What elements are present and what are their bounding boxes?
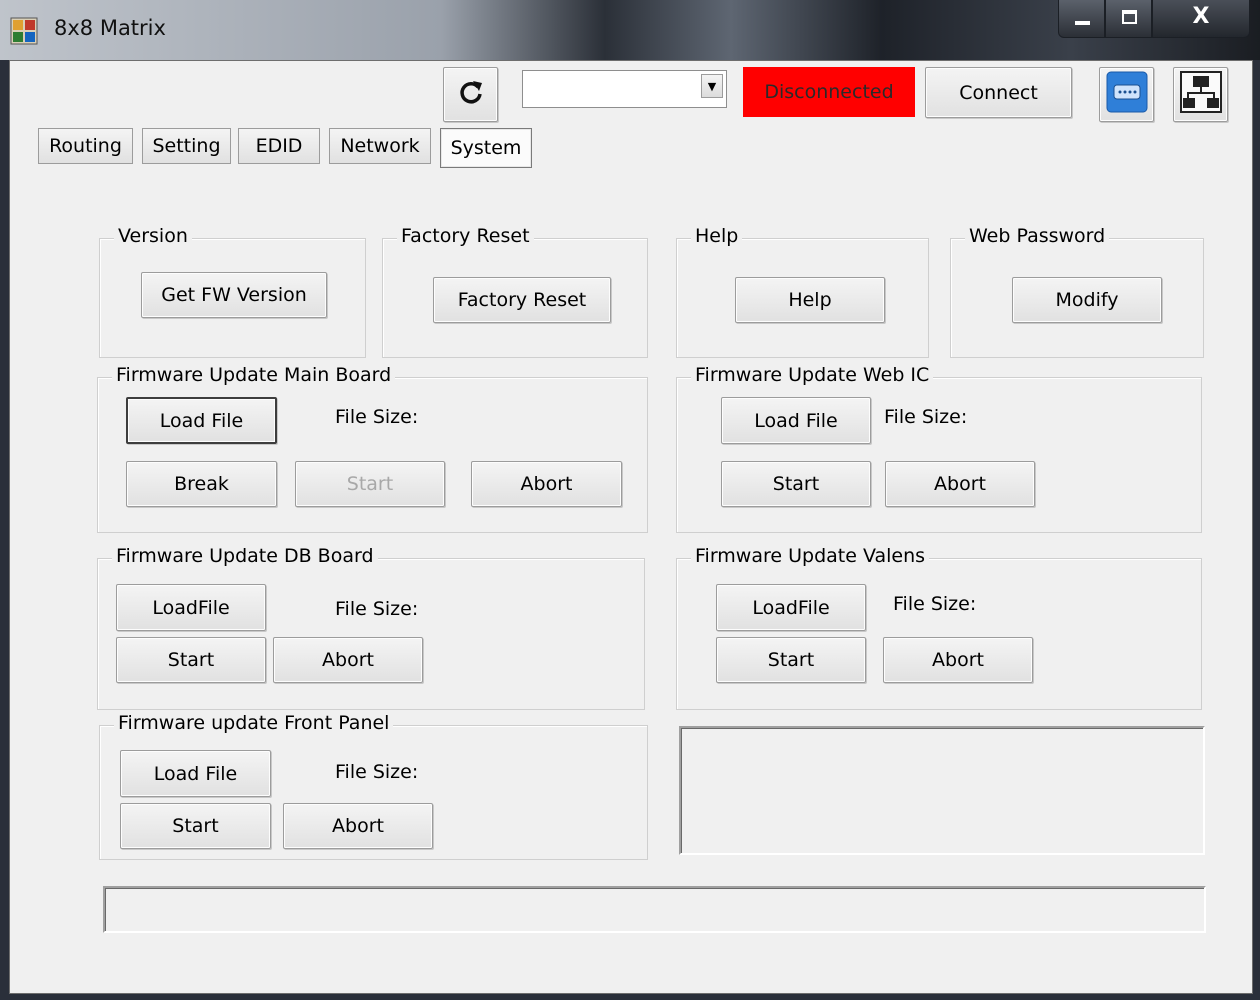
serial-port-icon [1106,71,1148,118]
tab-network[interactable]: Network [329,128,431,164]
valens-start-button[interactable]: Start [716,637,866,683]
fw-db-board-group: Firmware Update DB Board [97,545,645,710]
maximize-button[interactable] [1105,0,1152,38]
front-panel-start-button[interactable]: Start [120,803,271,849]
help-group-title: Help [691,225,743,247]
main-board-abort-button[interactable]: Abort [471,461,622,507]
main-board-load-file-button[interactable]: Load File [126,397,277,444]
db-board-abort-button[interactable]: Abort [273,637,423,683]
factory-reset-group-title: Factory Reset [397,225,534,247]
fw-main-board-title: Firmware Update Main Board [112,364,396,386]
fw-db-board-title: Firmware Update DB Board [112,545,378,567]
close-icon: X [1192,4,1210,29]
maximize-icon [1122,10,1137,24]
fw-front-panel-title: Firmware update Front Panel [114,712,394,734]
db-board-start-button[interactable]: Start [116,637,266,683]
connection-status: Disconnected [743,67,915,117]
front-panel-file-size-label: File Size: [335,761,419,783]
output-log-panel[interactable] [679,726,1205,855]
progress-bar [103,886,1206,933]
web-ic-file-size-label: File Size: [884,406,968,428]
tab-setting[interactable]: Setting [142,128,231,164]
close-button[interactable]: X [1152,0,1250,38]
modify-password-button[interactable]: Modify [1012,277,1162,323]
window-frame-bottom [0,994,1260,1000]
tab-routing[interactable]: Routing [38,128,133,164]
front-panel-load-file-button[interactable]: Load File [120,750,271,797]
main-board-file-size-label: File Size: [335,406,419,428]
main-board-break-button[interactable]: Break [126,461,277,507]
valens-file-size-label: File Size: [893,593,977,615]
title-bar[interactable]: 8x8 Matrix X [0,0,1260,60]
network-icon [1179,71,1222,118]
connect-button[interactable]: Connect [925,67,1072,118]
tab-system[interactable]: System [440,128,532,168]
fw-valens-group: Firmware Update Valens [676,545,1202,710]
matrix-app-icon [10,17,38,45]
fw-web-ic-title: Firmware Update Web IC [691,364,934,386]
web-ic-start-button[interactable]: Start [721,461,871,507]
connection-status-label: Disconnected [764,81,894,103]
db-board-load-file-button[interactable]: LoadFile [116,584,266,631]
fw-valens-title: Firmware Update Valens [691,545,930,567]
version-group-title: Version [114,225,192,247]
help-button[interactable]: Help [735,277,885,323]
web-ic-abort-button[interactable]: Abort [885,461,1035,507]
minimize-button[interactable] [1058,0,1105,38]
network-mode-button[interactable] [1173,67,1228,122]
refresh-button[interactable] [443,67,498,122]
tab-edid[interactable]: EDID [238,128,320,164]
main-board-start-button[interactable]: Start [295,461,445,507]
window-title: 8x8 Matrix [54,16,166,40]
serial-mode-button[interactable] [1099,67,1154,122]
get-fw-version-button[interactable]: Get FW Version [141,272,327,318]
web-password-group-title: Web Password [965,225,1110,247]
web-ic-load-file-button[interactable]: Load File [721,397,871,444]
refresh-icon [458,79,484,110]
front-panel-abort-button[interactable]: Abort [283,803,433,849]
valens-load-file-button[interactable]: LoadFile [716,584,866,631]
factory-reset-button[interactable]: Factory Reset [433,277,611,323]
port-select[interactable]: ▼ [522,70,727,108]
valens-abort-button[interactable]: Abort [883,637,1033,683]
db-board-file-size-label: File Size: [335,598,419,620]
chevron-down-icon[interactable]: ▼ [701,74,723,98]
minimize-icon [1075,21,1090,25]
